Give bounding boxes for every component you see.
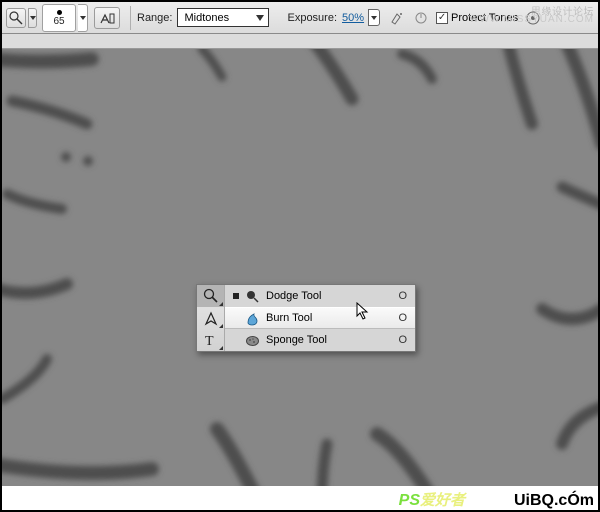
flyout-indicator-icon <box>219 302 223 306</box>
tool-flyout-menu: T Dodge Tool O Bu <box>196 284 416 352</box>
brush-panel-icon <box>99 11 115 25</box>
cursor-pointer-icon <box>356 302 370 320</box>
flyout-item-burn[interactable]: Burn Tool O <box>225 307 415 329</box>
range-select[interactable]: Midtones <box>177 8 269 27</box>
flyout-item-sponge[interactable]: Sponge Tool O <box>225 329 415 351</box>
exposure-label: Exposure: <box>287 12 337 24</box>
pen-tool-icon <box>203 310 219 326</box>
burn-tool-icon <box>9 11 23 25</box>
footer-watermark-right: UiBQ.cÓm <box>514 492 594 510</box>
type-tool-icon: T <box>203 332 219 348</box>
canvas-content <box>2 49 598 486</box>
exposure-value[interactable]: 50% <box>342 12 364 24</box>
flyout-item-shortcut: O <box>398 290 407 302</box>
flyout-item-shortcut: O <box>398 334 407 346</box>
flyout-indicator-icon <box>219 324 223 328</box>
tool-preset-dropdown[interactable] <box>28 8 37 28</box>
burn-tool-icon <box>203 288 219 304</box>
flyout-item-label: Sponge Tool <box>266 334 327 346</box>
canvas-area[interactable] <box>2 49 598 486</box>
brush-dot-icon <box>57 10 62 15</box>
current-tool-preset[interactable] <box>6 8 26 28</box>
airbrush-toggle[interactable] <box>388 9 406 27</box>
current-marker-icon <box>233 293 239 299</box>
chevron-down-icon <box>256 15 264 21</box>
brush-preset-preview[interactable]: 65 <box>42 4 76 32</box>
flyout-indicator-icon <box>219 346 223 350</box>
flyout-item-dodge[interactable]: Dodge Tool O <box>225 285 415 307</box>
brush-panel-toggle[interactable] <box>94 7 120 29</box>
tool-strip: T <box>197 285 225 351</box>
airbrush-icon <box>389 10 405 26</box>
brush-size-value: 65 <box>53 16 64 27</box>
flyout-items: Dodge Tool O Burn Tool O Sponge <box>225 285 415 351</box>
range-label: Range: <box>137 12 172 24</box>
tool-slot-type[interactable]: T <box>197 329 224 351</box>
brush-preset-dropdown[interactable] <box>78 4 88 32</box>
checkbox-checked-icon <box>436 12 448 24</box>
burn-icon <box>245 311 260 326</box>
pressure-size-toggle[interactable] <box>412 9 430 27</box>
tool-slot-burn[interactable] <box>197 285 224 307</box>
separator <box>130 6 131 30</box>
flyout-item-label: Dodge Tool <box>266 290 321 302</box>
flyout-item-label: Burn Tool <box>266 312 312 324</box>
range-select-value: Midtones <box>184 12 229 24</box>
dodge-icon <box>245 289 260 304</box>
tablet-pressure-icon <box>413 10 429 26</box>
header-watermark-url: WWW.MISSYUAN.COM <box>469 14 594 25</box>
document-tab-bar <box>2 34 598 49</box>
flyout-item-shortcut: O <box>398 312 407 324</box>
svg-text:T: T <box>205 334 214 348</box>
footer-watermark-left: PS爱好者 <box>399 489 465 510</box>
sponge-icon <box>245 333 260 348</box>
tool-slot-pen[interactable] <box>197 307 224 329</box>
exposure-dropdown[interactable] <box>368 9 380 26</box>
